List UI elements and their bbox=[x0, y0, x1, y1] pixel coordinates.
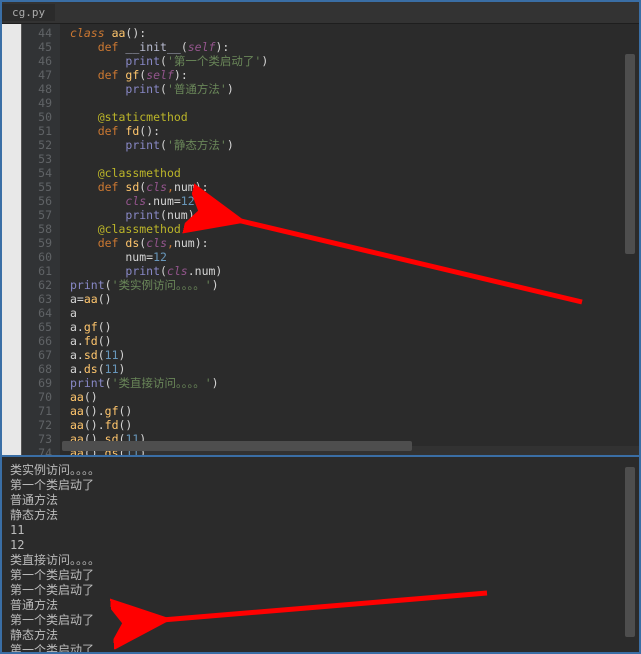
code-area: 4445464748495051525354555657585960616263… bbox=[2, 24, 639, 455]
code-line[interactable]: a=aa() bbox=[70, 292, 639, 306]
code-content[interactable]: class aa(): def __init__(self): print('第… bbox=[60, 24, 639, 455]
tab-bar: cg.py bbox=[2, 2, 639, 24]
file-tab[interactable]: cg.py bbox=[2, 4, 55, 21]
line-number: 63 bbox=[22, 292, 52, 306]
line-number: 74 bbox=[22, 446, 52, 455]
code-line[interactable]: print('类实例访问。。。。') bbox=[70, 278, 639, 292]
code-line[interactable]: def sd(cls,num): bbox=[70, 180, 639, 194]
line-number: 66 bbox=[22, 334, 52, 348]
code-line[interactable]: print('普通方法') bbox=[70, 82, 639, 96]
line-number: 54 bbox=[22, 166, 52, 180]
output-line: 普通方法 bbox=[10, 598, 631, 613]
line-number: 65 bbox=[22, 320, 52, 334]
output-line: 第一个类启动了 bbox=[10, 613, 631, 628]
output-line: 11 bbox=[10, 523, 631, 538]
line-number: 45 bbox=[22, 40, 52, 54]
output-line: 类直接访问。。。。 bbox=[10, 553, 631, 568]
output-line: 12 bbox=[10, 538, 631, 553]
code-line[interactable]: @classmethod bbox=[70, 222, 639, 236]
horizontal-scrollbar[interactable] bbox=[62, 441, 412, 451]
line-number: 68 bbox=[22, 362, 52, 376]
line-number: 47 bbox=[22, 68, 52, 82]
output-line: 第一个类启动了 bbox=[10, 643, 631, 652]
line-number: 49 bbox=[22, 96, 52, 110]
editor-panel: cg.py 4445464748495051525354555657585960… bbox=[2, 2, 639, 457]
code-line[interactable]: a.gf() bbox=[70, 320, 639, 334]
main-container: cg.py 4445464748495051525354555657585960… bbox=[0, 0, 641, 654]
code-line[interactable]: def ds(cls,num): bbox=[70, 236, 639, 250]
output-line: 第一个类启动了 bbox=[10, 568, 631, 583]
left-margin-strip bbox=[2, 24, 22, 455]
line-number: 72 bbox=[22, 418, 52, 432]
code-line[interactable]: a.sd(11) bbox=[70, 348, 639, 362]
code-line[interactable]: aa().gf() bbox=[70, 404, 639, 418]
code-line[interactable]: @classmethod bbox=[70, 166, 639, 180]
output-scrollbar[interactable] bbox=[625, 467, 635, 637]
code-line[interactable]: print('静态方法') bbox=[70, 138, 639, 152]
line-number: 67 bbox=[22, 348, 52, 362]
code-line[interactable]: a.fd() bbox=[70, 334, 639, 348]
vertical-scrollbar[interactable] bbox=[625, 54, 635, 254]
code-line[interactable]: print('类直接访问。。。。') bbox=[70, 376, 639, 390]
output-line: 类实例访问。。。。 bbox=[10, 463, 631, 478]
line-number: 59 bbox=[22, 236, 52, 250]
line-number: 52 bbox=[22, 138, 52, 152]
code-line[interactable]: def gf(self): bbox=[70, 68, 639, 82]
output-line: 第一个类启动了 bbox=[10, 583, 631, 598]
line-number: 55 bbox=[22, 180, 52, 194]
code-line[interactable]: aa() bbox=[70, 390, 639, 404]
line-number: 44 bbox=[22, 26, 52, 40]
line-number: 56 bbox=[22, 194, 52, 208]
code-line[interactable]: print('第一个类启动了') bbox=[70, 54, 639, 68]
code-line[interactable] bbox=[70, 96, 639, 110]
code-line[interactable]: a.ds(11) bbox=[70, 362, 639, 376]
code-line[interactable]: class aa(): bbox=[70, 26, 639, 40]
code-line[interactable]: aa().fd() bbox=[70, 418, 639, 432]
line-number: 60 bbox=[22, 250, 52, 264]
code-line[interactable]: num=12 bbox=[70, 250, 639, 264]
line-number: 50 bbox=[22, 110, 52, 124]
code-line[interactable]: a bbox=[70, 306, 639, 320]
output-line: 普通方法 bbox=[10, 493, 631, 508]
line-number: 58 bbox=[22, 222, 52, 236]
line-number: 64 bbox=[22, 306, 52, 320]
output-line: 静态方法 bbox=[10, 508, 631, 523]
code-line[interactable]: def __init__(self): bbox=[70, 40, 639, 54]
line-number: 46 bbox=[22, 54, 52, 68]
line-number: 48 bbox=[22, 82, 52, 96]
line-number: 57 bbox=[22, 208, 52, 222]
line-number: 73 bbox=[22, 432, 52, 446]
line-number: 51 bbox=[22, 124, 52, 138]
output-line: 静态方法 bbox=[10, 628, 631, 643]
code-line[interactable]: def fd(): bbox=[70, 124, 639, 138]
code-line[interactable]: cls.num=12 bbox=[70, 194, 639, 208]
output-content[interactable]: 类实例访问。。。。第一个类启动了普通方法静态方法1112类直接访问。。。。第一个… bbox=[2, 457, 639, 652]
line-number: 70 bbox=[22, 390, 52, 404]
code-line[interactable] bbox=[70, 152, 639, 166]
output-panel: 类实例访问。。。。第一个类启动了普通方法静态方法1112类直接访问。。。。第一个… bbox=[2, 457, 639, 652]
line-number: 71 bbox=[22, 404, 52, 418]
code-line[interactable]: print(cls.num) bbox=[70, 264, 639, 278]
output-line: 第一个类启动了 bbox=[10, 478, 631, 493]
code-line[interactable]: print(num) bbox=[70, 208, 639, 222]
line-number-gutter: 4445464748495051525354555657585960616263… bbox=[22, 24, 60, 455]
code-line[interactable]: @staticmethod bbox=[70, 110, 639, 124]
line-number: 61 bbox=[22, 264, 52, 278]
line-number: 53 bbox=[22, 152, 52, 166]
line-number: 69 bbox=[22, 376, 52, 390]
line-number: 62 bbox=[22, 278, 52, 292]
